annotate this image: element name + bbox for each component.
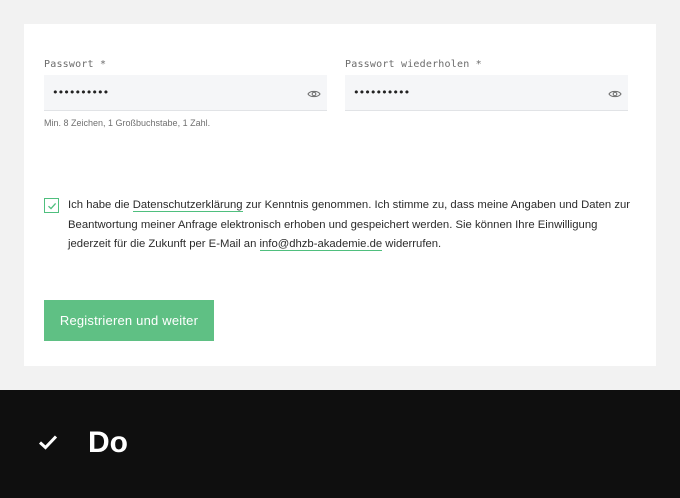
do-label: Do	[88, 426, 128, 459]
password-input[interactable]	[44, 75, 327, 110]
email-link[interactable]: info@dhzb-akademie.de	[259, 238, 383, 251]
password-field: Passwort * Min. 8 Zeichen, 1 Großbuchsta…	[44, 58, 327, 128]
consent-block: Ich habe die Datenschutzerklärung zur Ke…	[44, 196, 634, 255]
consent-text-part: Ich habe die	[68, 199, 133, 211]
registration-card: Passwort * Min. 8 Zeichen, 1 Großbuchsta…	[24, 24, 656, 366]
do-footer: Do	[0, 390, 680, 498]
password-input-box	[44, 75, 327, 111]
consent-text: Ich habe die Datenschutzerklärung zur Ke…	[68, 196, 634, 255]
eye-icon[interactable]	[307, 86, 321, 100]
consent-text-part: widerrufen.	[382, 238, 442, 250]
password-label: Passwort *	[44, 59, 107, 70]
checkmark-icon	[48, 202, 57, 210]
password-repeat-label: Passwort wiederholen *	[345, 59, 482, 70]
password-hint: Min. 8 Zeichen, 1 Großbuchstabe, 1 Zahl.	[44, 118, 211, 128]
password-repeat-field: Passwort wiederholen *	[345, 58, 628, 111]
register-submit-button[interactable]: Registrieren und weiter	[44, 300, 214, 341]
password-repeat-input[interactable]	[345, 75, 628, 110]
privacy-policy-link[interactable]: Datenschutzerklärung	[132, 199, 243, 212]
password-repeat-input-box	[345, 75, 628, 111]
eye-icon[interactable]	[608, 86, 622, 100]
checkmark-icon	[38, 434, 58, 454]
consent-checkbox[interactable]	[44, 198, 59, 213]
